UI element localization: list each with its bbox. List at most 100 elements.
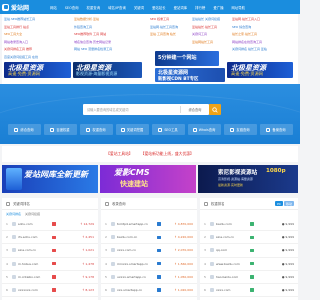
nav-item[interactable]: 爱站词库 (170, 0, 192, 14)
nav-item[interactable]: 网站 (46, 0, 61, 14)
search-input[interactable]: 请输入要查询的域名或关键词 (83, 107, 180, 112)
nav-item[interactable]: 排行榜 (191, 0, 209, 14)
table-row[interactable]: 2 rtv.sohu.com ↑ 2,451 (2, 231, 98, 245)
notice-link[interactable]: 【爱站工具站】 (106, 151, 133, 157)
text-link[interactable]: 网站收录查询入口 (4, 39, 64, 47)
rank-value: ↑ 9,178 (81, 274, 94, 279)
search-type-select[interactable]: 综合查询 (181, 107, 209, 112)
nav-item[interactable]: 网址导航 (227, 0, 249, 14)
site-name[interactable]: m.hobus.com (18, 262, 46, 266)
site-name[interactable]: sina.com.cn (18, 248, 46, 252)
text-link[interactable]: 爱站数据分析·爱站 (74, 16, 144, 24)
site-name[interactable]: baidu.com (216, 222, 244, 226)
site-name[interactable]: xxx.smartapp.cn (117, 288, 151, 292)
mobile-tab[interactable]: 移动 (283, 201, 294, 206)
table-row[interactable]: 1 tomtp4.smartapp.cn ↑ 4,870,000 (101, 218, 197, 232)
site-name[interactable]: sohu.com (18, 222, 46, 226)
ad-banner[interactable]: 5分钟建一个网站 (155, 51, 219, 66)
tool-button[interactable]: SEO工具 (151, 124, 185, 135)
text-link[interactable]: 爱站工具排行 站点 (4, 24, 64, 32)
search-button[interactable] (209, 104, 221, 115)
site-name[interactable]: xxxxxxx.com (18, 288, 46, 292)
text-link[interactable]: 爱站·工具查询 站长 (150, 31, 190, 39)
text-link[interactable]: SEO 权重工具 (150, 16, 190, 24)
ad-banner[interactable]: 北极星资源 高速·免费·资源网 (4, 62, 71, 78)
table-row[interactable]: 1 baidu.com ● 9,999 (200, 218, 298, 232)
text-link[interactable]: 百度关键词挖掘工具 在线 (4, 54, 64, 62)
tool-button[interactable]: 友链查询 (223, 124, 257, 135)
table-row[interactable]: 6 xxxx.com ● 9,999 (200, 284, 298, 298)
text-link[interactable]: 网站 SEO 流量排名检测工具 (74, 46, 144, 54)
table-row[interactable]: 5 hao.baidu.com ● 9,999 (200, 271, 298, 284)
text-link[interactable]: 关键词工具 (192, 31, 228, 39)
text-link[interactable]: 爱站网站长工具 (192, 39, 228, 47)
text-link[interactable]: 站长之家·站长工具 (232, 31, 294, 39)
site-logo[interactable]: 爱站网 (2, 1, 46, 13)
text-link[interactable]: SEO推荐软件 工具 网站 (74, 31, 144, 39)
tool-button[interactable]: 关键词挖掘 (115, 124, 149, 135)
promo-banner[interactable]: 爱站网库全新更新 (2, 165, 98, 193)
nav-item[interactable]: 关键词 (130, 0, 148, 14)
site-name[interactable]: uxxxx.smartapp.cn (117, 275, 151, 279)
nav-item[interactable]: 域名/IP查询 (104, 0, 130, 14)
tab[interactable]: 关键词挖掘 (25, 212, 40, 216)
table-row[interactable]: 2 sina.com.cn ● 9,999 (200, 231, 298, 245)
nav-item[interactable]: 爱站站长 (148, 0, 170, 14)
text-link[interactable]: 关键词排名工具 推荐 (4, 46, 64, 54)
site-name[interactable]: rtv.sohu.com (18, 235, 46, 239)
text-link[interactable]: 爱站站长·站长工具 (192, 24, 228, 32)
text-link[interactable]: 域名信息查询·历史网站记录 (74, 39, 144, 47)
text-link[interactable]: 爱站·SEO推荐站长工具 (4, 16, 64, 24)
table-row[interactable]: 1 sohu.com ↑ 14,729 (2, 218, 98, 232)
ad-banner[interactable]: 北极星资源 高速·免费·资源网 (227, 62, 293, 78)
nav-item[interactable]: 爱广播 (209, 0, 227, 14)
promo-banner[interactable]: 爱影CMS 快速建站 (100, 165, 196, 193)
tool-icon (266, 127, 271, 132)
table-row[interactable]: 5 uxxxx.smartapp.cn ↑ 1,050,000 (101, 271, 197, 284)
table-row[interactable]: 6 xxxxxxx.com ↑ 8,123 (2, 284, 98, 298)
text-link[interactable]: 外链查询工具 (74, 24, 144, 32)
site-name[interactable]: www.baidu.com (216, 262, 244, 266)
site-name[interactable]: mrxxxx.smartapp.cn (117, 262, 151, 266)
table-row[interactable]: 6 xxx.smartapp.cn ↑ 1,020,000 (101, 284, 197, 298)
site-name[interactable]: qq.com (216, 248, 244, 252)
text-link[interactable]: SEO 综合查询 (232, 24, 294, 32)
text-link[interactable]: 爱站网·站长工具入口 (232, 16, 294, 24)
notice-link[interactable]: 【爱站新功能上线，盛大优惠】 (141, 151, 194, 157)
pc-tab[interactable]: PC (275, 201, 283, 206)
tool-button[interactable]: Whois查询 (187, 124, 221, 135)
tool-button[interactable]: 权重查询 (79, 124, 113, 135)
text-link[interactable]: 关键词排名 站长工具 爱站 (232, 46, 294, 54)
tool-button[interactable]: 备案查询 (259, 124, 293, 135)
table-row[interactable]: 2 baidu.com.cn ↑ 4,220,000 (101, 231, 197, 245)
table-row[interactable]: 5 m.cntaibo.com ↑ 9,178 (2, 271, 98, 284)
table-row[interactable]: 3 xxxx.com.cn ↑ 2,070,000 (101, 244, 197, 258)
site-name[interactable]: xxxx.com (216, 288, 244, 292)
ad-banner[interactable]: 北极星资源网 新影视CDN BT专区 (155, 68, 225, 82)
table-row[interactable]: 3 sina.com.cn ↑ 1,021 (2, 244, 98, 258)
tool-icon (14, 127, 19, 132)
site-name[interactable]: tomtp4.smartapp.cn (117, 222, 151, 226)
table-row[interactable]: 4 m.hobus.com ↑ 1,478 (2, 258, 98, 271)
site-name[interactable]: baidu.com.cn (117, 235, 151, 239)
table-row[interactable]: 3 qq.com ● 9,999 (200, 244, 298, 258)
site-name[interactable]: hao.baidu.com (216, 275, 244, 279)
nav-item[interactable]: 权重查询 (83, 0, 105, 14)
promo-banner[interactable]: 索尼影视资源站 1080p 高清影视·资源站·海量资源 最新资源·实时更新 (198, 165, 298, 193)
tool-button[interactable]: 百度权重 (43, 124, 77, 135)
text-link[interactable]: 爱站站长 关键词挖掘 (192, 16, 228, 24)
site-name[interactable]: xxxx.com.cn (117, 248, 151, 252)
text-link[interactable]: 网站排名在线查询工具 (232, 39, 294, 47)
nav-item[interactable]: SEO查询 (61, 0, 83, 14)
logo-icon (2, 3, 9, 11)
table-row[interactable]: 4 mrxxxx.smartapp.cn ↑ 1,560,000 (101, 258, 197, 271)
tool-button[interactable]: 综合查询 (7, 124, 41, 135)
favicon-icon (111, 222, 115, 227)
site-name[interactable]: sina.com.cn (216, 235, 244, 239)
tab[interactable]: 关键词排名 (6, 212, 21, 216)
ad-banner[interactable]: 北极星资源 影视资源·海量影视资源 (73, 62, 142, 78)
site-name[interactable]: m.cntaibo.com (18, 275, 46, 279)
text-link[interactable]: 爱站网·站长工具查询 (150, 24, 190, 32)
text-link[interactable]: SEO工具大全 (4, 31, 64, 39)
table-row[interactable]: 4 www.baidu.com ● 9,999 (200, 258, 298, 271)
